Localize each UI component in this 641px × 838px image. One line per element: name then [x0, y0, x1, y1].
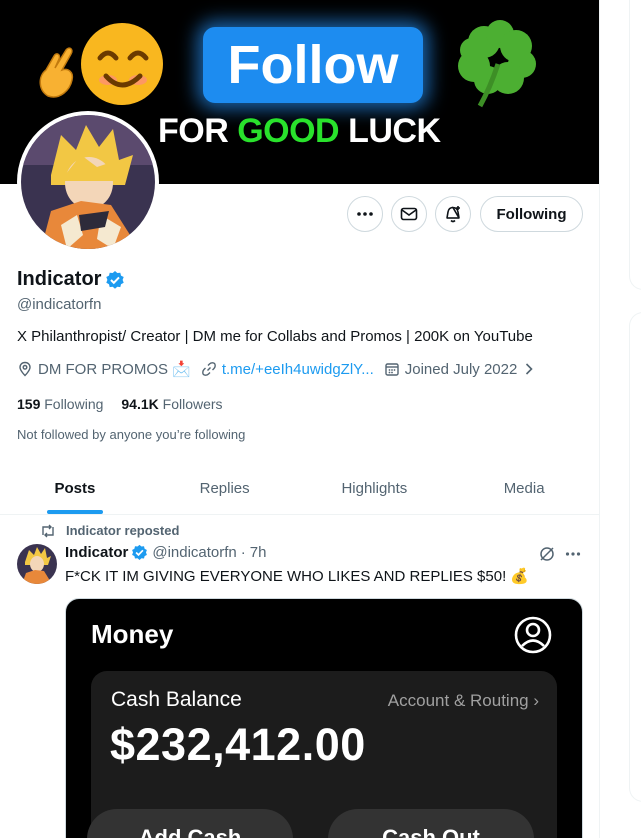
tab-media-label: Media: [503, 479, 545, 497]
cash-balance-label: Cash Balance: [111, 688, 242, 711]
post-author-name[interactable]: Indicator: [65, 544, 128, 561]
more-horizontal-icon: [357, 212, 373, 216]
bell-plus-icon: [446, 206, 460, 223]
post-media-image[interactable]: Money Cash Balance Account & Routing › $…: [65, 598, 583, 838]
followers-count-link[interactable]: 94.1K Followers: [121, 396, 222, 412]
more-horizontal-icon[interactable]: [565, 547, 581, 561]
tab-replies[interactable]: Replies: [150, 462, 300, 514]
verified-badge-icon[interactable]: [105, 270, 125, 290]
four-leaf-clover-icon: [458, 20, 536, 108]
calendar-icon: [385, 363, 399, 376]
tab-highlights-label: Highlights: [341, 479, 408, 497]
more-options-button[interactable]: [347, 196, 383, 232]
link-icon: [201, 362, 216, 376]
smiling-face-icon: [81, 23, 163, 105]
message-button[interactable]: [391, 196, 427, 232]
repost-indicator: Indicator reposted: [40, 523, 179, 538]
profile-bio: X Philanthropist/ Creator | DM me for Co…: [17, 328, 533, 345]
grok-icon[interactable]: [538, 545, 556, 563]
following-button[interactable]: Following: [480, 196, 583, 232]
cash-balance-amount: $232,412.00: [110, 719, 366, 770]
chevron-right-icon[interactable]: [522, 362, 536, 376]
tab-posts[interactable]: Posts: [0, 462, 150, 514]
active-tab-indicator: [46, 510, 103, 514]
profile-location: DM FOR PROMOS 📩: [17, 360, 191, 378]
not-followed-notice: Not followed by anyone you’re following: [17, 427, 246, 442]
repost-icon: [42, 524, 54, 537]
location-text: DM FOR PROMOS 📩: [38, 361, 191, 378]
profile-handle: @indicatorfn: [17, 296, 102, 313]
repost-label[interactable]: Indicator reposted: [66, 523, 179, 538]
following-count-link[interactable]: 159 Following: [17, 396, 103, 412]
banner-sub-good: GOOD: [237, 112, 340, 150]
cash-balance-card: Cash Balance Account & Routing › $232,41…: [87, 671, 557, 838]
followers-label: Followers: [162, 396, 223, 412]
cash-out-button: Cash Out: [328, 809, 534, 838]
post-time[interactable]: 7h: [250, 544, 267, 561]
followers-count: 94.1K: [121, 396, 159, 412]
media-money-title: Money: [91, 619, 174, 649]
notifications-button[interactable]: [435, 196, 471, 232]
banner-subtitle: FOR GOOD LUCK: [158, 112, 441, 151]
sidebar-card: [629, 0, 641, 290]
user-profile-icon: [514, 616, 552, 654]
profile-website: t.me/+eeIh4uwidgZlY...: [201, 361, 374, 378]
verified-badge-icon: [132, 544, 148, 560]
banner-sub-for: FOR: [158, 112, 238, 150]
sidebar-card: [629, 312, 641, 802]
profile-joined: Joined July 2022: [384, 361, 537, 378]
post-text: F*CK IT IM GIVING EVERYONE WHO LIKES AND…: [65, 568, 530, 585]
joined-text: Joined July 2022: [404, 360, 518, 378]
profile-tabs: Posts Replies Highlights Media: [0, 462, 599, 515]
profile-avatar[interactable]: [17, 111, 159, 253]
right-sidebar: [601, 0, 641, 838]
location-pin-icon: [19, 361, 31, 377]
post-header: Indicator @indicatorfn · 7h: [65, 544, 266, 561]
tab-highlights[interactable]: Highlights: [300, 462, 450, 514]
envelope-icon: [400, 207, 418, 221]
profile-column: Follow FOR GOOD LUCK Following Indicator…: [0, 0, 600, 838]
avatar-image: [21, 115, 155, 249]
profile-counts: 159 Following 94.1K Followers: [17, 396, 223, 412]
profile-display-name: Indicator: [17, 268, 125, 291]
post-author-avatar[interactable]: [17, 544, 57, 584]
following-label: Following: [44, 396, 104, 412]
add-cash-button: Add Cash: [87, 809, 293, 838]
profile-meta-row: DM FOR PROMOS 📩 t.me/+eeIh4uwidgZlY... J…: [17, 360, 546, 378]
following-count: 159: [17, 396, 41, 412]
display-name-text: Indicator: [17, 268, 102, 290]
tab-replies-label: Replies: [199, 479, 250, 497]
website-link[interactable]: t.me/+eeIh4uwidgZlY...: [222, 361, 374, 378]
tab-media[interactable]: Media: [449, 462, 599, 514]
account-routing-link: Account & Routing ›: [387, 691, 539, 710]
post-separator: ·: [240, 544, 246, 561]
banner-follow-text: Follow: [203, 27, 423, 103]
post-author-handle[interactable]: @indicatorfn: [152, 544, 236, 561]
banner-sub-luck: LUCK: [339, 112, 441, 150]
tab-posts-label: Posts: [54, 479, 96, 497]
